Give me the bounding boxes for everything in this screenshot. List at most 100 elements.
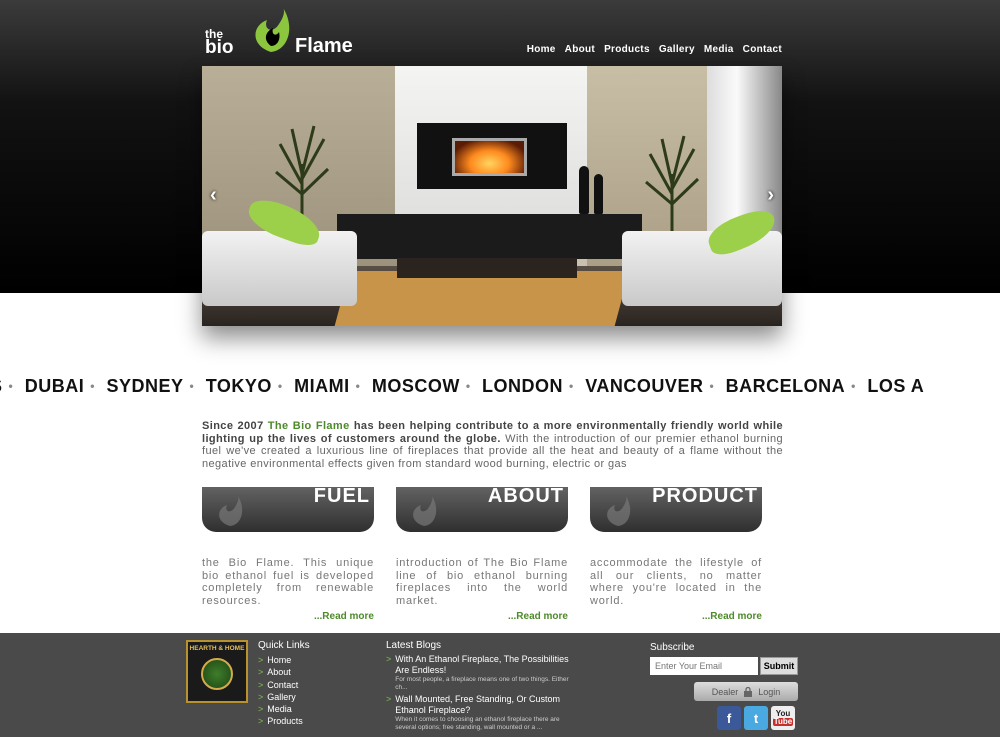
arrow-icon: > <box>258 704 264 715</box>
quick-links: Quick Links > Home > About > Contact > Galle… <box>258 640 310 728</box>
read-more-link[interactable]: ...Read more <box>314 611 374 622</box>
card-text: the Bio Flame. This unique bio ethanol f… <box>202 557 374 607</box>
card-tab[interactable]: ABOUT <box>396 487 568 532</box>
list-item: > About <box>258 666 310 678</box>
fireplace-flame <box>452 138 527 176</box>
coffee-table <box>397 258 577 278</box>
blog-title[interactable]: With An Ethanol Fireplace, The Possibili… <box>395 654 576 675</box>
dealer-login-button[interactable]: Dealer Login <box>694 682 798 701</box>
intro-brand: The Bio Flame <box>267 420 350 432</box>
facebook-icon[interactable]: f <box>717 706 741 730</box>
blogs-title: Latest Blogs <box>386 640 442 651</box>
separator: • <box>569 379 574 393</box>
city: SYDNEY <box>106 376 184 396</box>
list-item: > Media <box>258 703 310 715</box>
footer: HEARTH & HOME Quick Links > Home > About >… <box>0 633 1000 737</box>
login-label: Login <box>758 686 781 697</box>
hero-slider[interactable]: ‹ › <box>202 66 782 326</box>
list-item: > Gallery <box>258 691 310 703</box>
logo[interactable]: the bio Flame <box>203 6 373 58</box>
intro-paragraph: Since 2007 The Bio Flame has been helpin… <box>202 420 783 470</box>
nav-products[interactable]: Products <box>604 44 650 55</box>
card-fuel: FUEL the Bio Flame. This unique bio etha… <box>202 487 374 622</box>
email-field[interactable] <box>650 657 758 675</box>
arrow-icon: > <box>258 691 264 702</box>
separator: • <box>851 379 856 393</box>
read-more-link[interactable]: ...Read more <box>508 611 568 622</box>
arrow-icon: > <box>258 667 264 678</box>
chevron-right-icon[interactable]: › <box>767 184 774 207</box>
award-badge: HEARTH & HOME <box>186 640 248 703</box>
dealer-label: Dealer <box>711 686 739 697</box>
list-item: > Home <box>258 654 310 666</box>
nav-gallery[interactable]: Gallery <box>659 44 695 55</box>
separator: • <box>709 379 715 393</box>
plant-icon <box>645 135 700 234</box>
latest-blogs: Latest Blogs > With An Ethanol Fireplace… <box>386 640 576 734</box>
vase <box>594 174 603 214</box>
card-title: ABOUT <box>487 487 564 507</box>
arrow-icon: > <box>258 679 264 690</box>
read-more-link[interactable]: ...Read more <box>702 611 762 622</box>
card-tab[interactable]: FUEL <box>202 487 374 532</box>
quick-links-title: Quick Links <box>258 640 310 651</box>
blog-excerpt: For most people, a fireplace means one o… <box>395 676 569 691</box>
separator: • <box>189 379 195 393</box>
list-item: > Contact <box>258 679 310 691</box>
city: MOSCOW <box>371 376 460 396</box>
logo-bio: bio <box>205 37 234 58</box>
city: S <box>0 376 3 396</box>
city: BARCELONA <box>725 376 846 396</box>
separator: • <box>277 379 283 393</box>
blog-title[interactable]: Wall Mounted, Free Standing, Or Custom E… <box>395 694 576 715</box>
hero-cabinet <box>337 214 642 259</box>
separator: • <box>90 379 95 393</box>
subscribe: Subscribe Submit <box>650 642 798 675</box>
twitter-icon[interactable]: t <box>744 706 768 730</box>
card-product: PRODUCT accommodate the lifestyle of all… <box>590 487 762 622</box>
hero-rug <box>334 271 630 326</box>
nav-contact[interactable]: Contact <box>743 44 782 55</box>
badge-text: HEARTH & HOME <box>189 645 245 652</box>
city: LOS A <box>867 376 925 396</box>
city: MIAMI <box>294 376 350 396</box>
nav-home[interactable]: Home <box>527 44 556 55</box>
city: DUBAI <box>24 376 85 396</box>
card-text: accommodate the lifestyle of all our cli… <box>590 557 762 607</box>
flame-leaf-icon <box>255 8 290 52</box>
arrow-icon: > <box>386 694 392 704</box>
blog-item[interactable]: > With An Ethanol Fireplace, The Possibi… <box>386 654 576 692</box>
footer-link-media[interactable]: Media <box>267 704 292 714</box>
footer-link-contact[interactable]: Contact <box>267 680 298 690</box>
flame-leaf-icon <box>413 496 437 526</box>
arrow-icon: > <box>258 655 264 665</box>
vase <box>579 166 589 214</box>
social-links: f t You Tube <box>717 706 795 730</box>
footer-link-gallery[interactable]: Gallery <box>267 692 296 702</box>
list-item: > Products <box>258 715 310 727</box>
arrow-icon: > <box>386 654 392 664</box>
city: VANCOUVER <box>585 376 704 396</box>
blog-item[interactable]: > Wall Mounted, Free Standing, Or Custom… <box>386 694 576 732</box>
submit-button[interactable]: Submit <box>760 657 798 675</box>
footer-link-products[interactable]: Products <box>267 716 303 726</box>
logo-flame: Flame <box>295 35 353 57</box>
nav-media[interactable]: Media <box>704 44 734 55</box>
arrow-icon: > <box>258 716 264 727</box>
sofa <box>622 231 782 306</box>
chevron-left-icon[interactable]: ‹ <box>210 184 217 207</box>
youtube-tube: Tube <box>772 717 794 726</box>
card-tab[interactable]: PRODUCT <box>590 487 762 532</box>
card-title: FUEL <box>313 487 370 507</box>
footer-link-about[interactable]: About <box>267 667 291 677</box>
youtube-icon[interactable]: You Tube <box>771 706 795 730</box>
flame-leaf-icon <box>607 496 631 526</box>
nav-about[interactable]: About <box>565 44 595 55</box>
card-title: PRODUCT <box>652 487 758 507</box>
card-about: ABOUT introduction of The Bio Flame line… <box>396 487 568 622</box>
separator: • <box>8 379 14 393</box>
flame-leaf-icon <box>219 496 243 526</box>
sofa <box>202 231 357 306</box>
city-ticker: S• DUBAI• SYDNEY• TOKYO• MIAMI• MOSCOW• … <box>0 376 1000 397</box>
footer-link-home[interactable]: Home <box>267 655 291 665</box>
